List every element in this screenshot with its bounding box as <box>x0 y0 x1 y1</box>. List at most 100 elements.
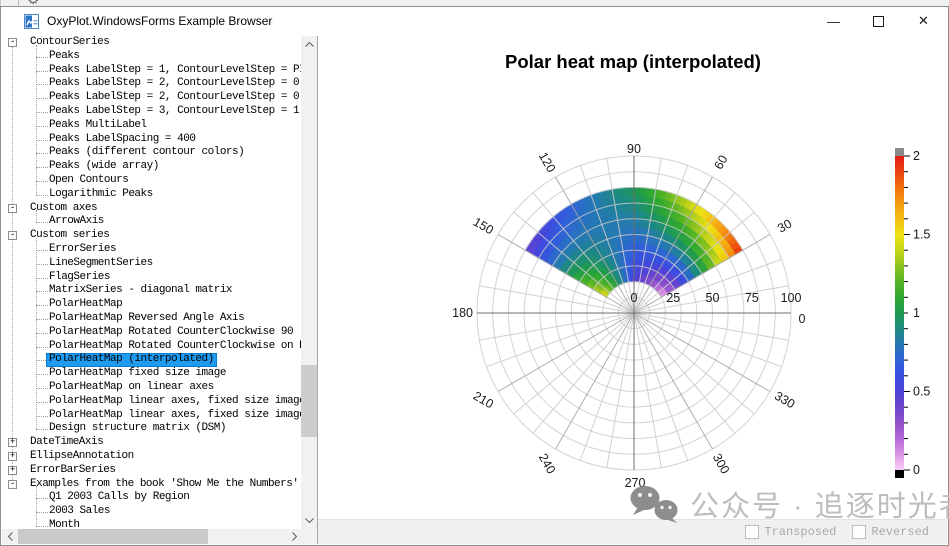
tree-item[interactable]: PolarHeatMap linear axes, fixed size ima… <box>2 395 300 409</box>
tree-item[interactable]: Peaks LabelStep = 3, ContourLevelStep = … <box>2 105 300 119</box>
tree-item-label[interactable]: PolarHeatMap Reversed Angle Axis <box>49 312 244 326</box>
tree-item[interactable]: ErrorSeries <box>2 243 300 257</box>
plot-view[interactable]: Polar heat map (interpolated) 0306090120… <box>318 36 948 519</box>
horizontal-scroll-thumb[interactable] <box>18 529 208 544</box>
tree-item[interactable]: + EllipseAnnotation <box>2 450 300 464</box>
tree-item-label[interactable]: Q1 2003 Calls by Region <box>49 491 189 505</box>
tree-item[interactable]: Logarithmic Peaks <box>2 188 300 202</box>
tree-item-label[interactable]: 2003 Sales <box>49 505 110 519</box>
tree-item[interactable]: Peaks (different contour colors) <box>2 146 300 160</box>
close-button[interactable]: ✕ <box>901 7 946 35</box>
tree-item-label[interactable]: ContourSeries <box>30 36 109 50</box>
tree-item[interactable]: - Examples from the book 'Show Me the Num… <box>2 478 300 492</box>
collapse-toggle-icon[interactable]: - <box>8 204 17 213</box>
tree-item[interactable]: Peaks LabelStep = 2, ContourLevelStep = … <box>2 77 300 91</box>
expand-toggle-icon[interactable]: + <box>8 466 17 475</box>
vertical-scroll-thumb[interactable] <box>301 365 317 437</box>
tree-item-label[interactable]: Examples from the book 'Show Me the Numb… <box>30 478 298 492</box>
tree-item[interactable]: Peaks <box>2 50 300 64</box>
tree-item-label[interactable]: PolarHeatMap Rotated CounterClockwise on… <box>49 340 301 354</box>
tree-item[interactable]: Month <box>2 519 300 529</box>
transposed-checkbox[interactable]: Transposed <box>745 525 836 539</box>
tree-item[interactable]: Peaks MultiLabel <box>2 119 300 133</box>
tree-item-label[interactable]: PolarHeatMap (interpolated) <box>46 353 217 367</box>
tree-item[interactable]: PolarHeatMap (interpolated) <box>2 353 300 367</box>
checkbox-icon[interactable] <box>852 525 866 539</box>
tree-item-label[interactable]: PolarHeatMap on linear axes <box>49 381 214 395</box>
tree-item[interactable]: ArrowAxis <box>2 215 300 229</box>
tree-vertical-scrollbar[interactable] <box>301 36 317 529</box>
tree-item-label[interactable]: Peaks MultiLabel <box>49 119 147 133</box>
tree-item[interactable]: 2003 Sales <box>2 505 300 519</box>
tree-item-label[interactable]: Peaks LabelStep = 1, ContourLevelStep = … <box>49 64 301 78</box>
maximize-button[interactable] <box>856 7 901 35</box>
tree-item[interactable]: + DateTimeAxis <box>2 436 300 450</box>
tree-item[interactable]: PolarHeatMap fixed size image <box>2 367 300 381</box>
tree-item[interactable]: PolarHeatMap Reversed Angle Axis <box>2 312 300 326</box>
tree-item-label[interactable]: Open Contours <box>49 174 128 188</box>
scroll-right-arrow-icon[interactable] <box>286 529 302 544</box>
tree-item[interactable]: PolarHeatMap <box>2 298 300 312</box>
tree-horizontal-scrollbar[interactable] <box>2 529 302 544</box>
tree-item-label[interactable]: Peaks LabelStep = 3, ContourLevelStep = … <box>49 105 299 119</box>
tree-item-label[interactable]: LineSegmentSeries <box>49 257 153 271</box>
reversed-checkbox[interactable]: Reversed <box>852 525 929 539</box>
scroll-up-arrow-icon[interactable] <box>301 36 317 53</box>
tree-item[interactable]: PolarHeatMap on linear axes <box>2 381 300 395</box>
tree-item-label[interactable]: Month <box>49 519 80 529</box>
tree-item-label[interactable]: ErrorBarSeries <box>30 464 115 478</box>
title-bar[interactable]: OxyPlot.WindowsForms Example Browser — ✕ <box>1 7 946 35</box>
tree-item-label[interactable]: FlagSeries <box>49 271 110 285</box>
tree-item[interactable]: LineSegmentSeries <box>2 257 300 271</box>
expand-toggle-icon[interactable]: + <box>8 452 17 461</box>
tree-item-label[interactable]: PolarHeatMap linear axes, fixed size ima… <box>49 395 301 409</box>
tree-item-label[interactable]: Peaks (different contour colors) <box>49 146 244 160</box>
tree-item[interactable]: Design structure matrix (DSM) <box>2 422 300 436</box>
collapse-toggle-icon[interactable]: - <box>8 480 17 489</box>
tree-item-label[interactable]: Peaks LabelStep = 2, ContourLevelStep = … <box>49 91 301 105</box>
scroll-down-arrow-icon[interactable] <box>301 512 317 529</box>
tree-item-label[interactable]: Design structure matrix (DSM) <box>49 422 226 436</box>
tree-item[interactable]: Peaks (wide array) <box>2 160 300 174</box>
tree-item-label[interactable]: PolarHeatMap Rotated CounterClockwise 90 <box>49 326 293 340</box>
svg-text:1.5: 1.5 <box>913 228 930 242</box>
tree-item-label[interactable]: DateTimeAxis <box>30 436 103 450</box>
tree-item-label[interactable]: Peaks (wide array) <box>49 160 159 174</box>
tree-item[interactable]: Open Contours <box>2 174 300 188</box>
tree-item-label[interactable]: ArrowAxis <box>49 215 104 229</box>
tree-item-label[interactable]: PolarHeatMap <box>49 298 122 312</box>
tree-item[interactable]: - ContourSeries <box>2 36 300 50</box>
tree-item-label[interactable]: ErrorSeries <box>49 243 116 257</box>
tree-item-label[interactable]: Peaks <box>49 50 80 64</box>
example-tree[interactable]: - ContourSeriesPeaksPeaks LabelStep = 1, … <box>2 36 301 529</box>
tree-item[interactable]: Peaks LabelSpacing = 400 <box>2 133 300 147</box>
tree-item-label[interactable]: Peaks LabelSpacing = 400 <box>49 133 195 147</box>
expand-toggle-icon[interactable]: + <box>8 438 17 447</box>
tree-item[interactable]: MatrixSeries - diagonal matrix <box>2 284 300 298</box>
tree-item-label[interactable]: Custom axes <box>30 202 97 216</box>
tree-item[interactable]: - Custom series <box>2 229 300 243</box>
collapse-toggle-icon[interactable]: - <box>8 38 17 47</box>
tree-item[interactable]: PolarHeatMap linear axes, fixed size ima… <box>2 409 300 423</box>
tree-item-label[interactable]: EllipseAnnotation <box>30 450 134 464</box>
tree-item[interactable]: Q1 2003 Calls by Region <box>2 491 300 505</box>
tree-item[interactable]: + ErrorBarSeries <box>2 464 300 478</box>
tree-item[interactable]: FlagSeries <box>2 271 300 285</box>
tree-item[interactable]: PolarHeatMap Rotated CounterClockwise on… <box>2 340 300 354</box>
tree-item[interactable]: - Custom axes <box>2 202 300 216</box>
window-title: OxyPlot.WindowsForms Example Browser <box>47 14 272 28</box>
tree-item-label[interactable]: PolarHeatMap linear axes, fixed size ima… <box>49 409 301 423</box>
checkbox-icon[interactable] <box>745 525 759 539</box>
scroll-left-arrow-icon[interactable] <box>2 529 18 544</box>
tree-item-label[interactable]: MatrixSeries - diagonal matrix <box>49 284 232 298</box>
tree-item-label[interactable]: Peaks LabelStep = 2, ContourLevelStep = … <box>49 77 301 91</box>
svg-text:210: 210 <box>471 389 496 412</box>
minimize-button[interactable]: — <box>811 7 856 35</box>
tree-item-label[interactable]: Custom series <box>30 229 109 243</box>
collapse-toggle-icon[interactable]: - <box>8 231 17 240</box>
tree-item[interactable]: Peaks LabelStep = 1, ContourLevelStep = … <box>2 64 300 78</box>
tree-item-label[interactable]: PolarHeatMap fixed size image <box>49 367 226 381</box>
tree-item[interactable]: PolarHeatMap Rotated CounterClockwise 90 <box>2 326 300 340</box>
tree-item[interactable]: Peaks LabelStep = 2, ContourLevelStep = … <box>2 91 300 105</box>
tree-item-label[interactable]: Logarithmic Peaks <box>49 188 153 202</box>
